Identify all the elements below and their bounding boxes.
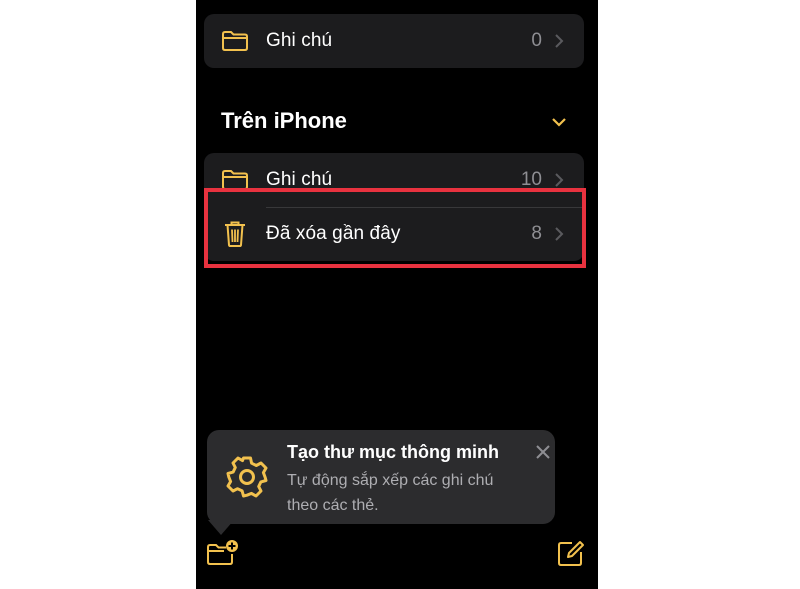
chevron-right-icon [552,34,566,48]
section-title-on-iphone: Trên iPhone [221,108,347,133]
smart-folder-tip: Tạo thư mục thông minh Tự động sắp xếp c… [207,430,555,524]
chevron-down-icon[interactable] [551,114,567,130]
new-folder-icon[interactable] [206,539,238,569]
trash-icon [220,219,250,249]
chevron-right-icon [552,173,566,187]
folder-row-icloud-notes[interactable]: Ghi chú 0 [204,14,584,68]
compose-icon[interactable] [556,538,588,568]
tip-body: Tự động sắp xếp các ghi chú theo các thẻ… [287,472,494,514]
folder-icon [220,165,250,195]
folder-row-iphone-notes[interactable]: Ghi chú 10 [204,153,584,207]
notes-app-screen: Ghi chú 0 Trên iPhone Ghi chú 10 Đã xóa … [196,0,598,589]
gear-icon [224,454,270,500]
on-iphone-folder-group: Ghi chú 10 Đã xóa gần đây 8 [204,153,584,261]
folder-count: 8 [531,223,542,244]
folder-label: Ghi chú [266,169,333,190]
folder-label: Đã xóa gần đây [266,223,401,244]
tip-pointer [208,520,234,535]
tip-title: Tạo thư mục thông minh [287,442,500,462]
icloud-folder-group: Ghi chú 0 [204,14,584,68]
folder-count: 10 [520,169,542,190]
folder-row-recently-deleted[interactable]: Đã xóa gần đây 8 [204,207,584,261]
chevron-right-icon [552,227,566,241]
folder-icon [220,26,250,56]
close-icon[interactable] [535,444,551,460]
folder-label: Ghi chú [266,30,333,51]
folder-count: 0 [531,30,542,51]
